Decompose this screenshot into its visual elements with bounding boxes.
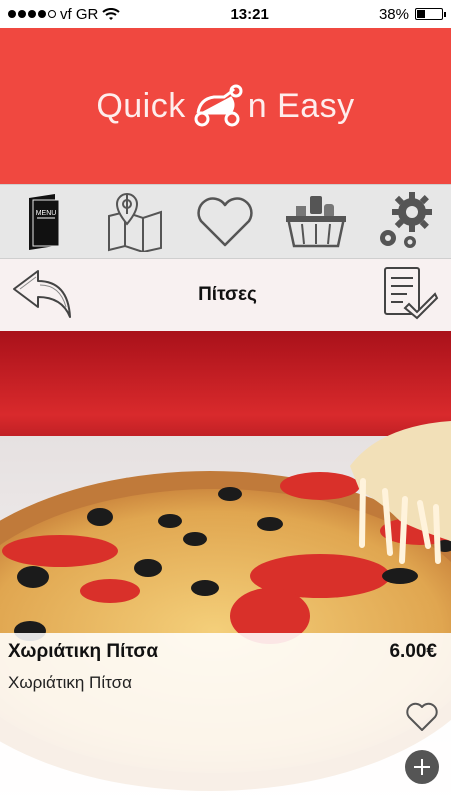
brand-text-left: Quick	[96, 86, 186, 125]
heart-icon	[197, 196, 254, 246]
category-titlebar: Πίτσες	[0, 259, 451, 331]
wifi-icon	[102, 7, 121, 20]
product-description: Χωριάτικη Πίτσα	[8, 673, 132, 692]
battery-label: 38%	[378, 5, 409, 23]
product-name: Χωριάτικη Πίτσα	[8, 641, 159, 662]
product-price: 6.00€	[389, 641, 437, 662]
app-header: Quick n Easy	[0, 28, 451, 184]
nav-menu-button[interactable]: MENU	[10, 187, 80, 257]
nav-favorites-button[interactable]	[190, 187, 260, 257]
product-card[interactable]: Χωριάτικη Πίτσα 6.00€ Χωριάτικη Πίτσα	[0, 331, 451, 800]
order-checklist-icon[interactable]	[379, 264, 441, 326]
nav-basket-button[interactable]	[281, 187, 351, 257]
scooter-icon	[194, 84, 243, 127]
page-title: Πίτσες	[198, 284, 257, 305]
brand-text-right: n Easy	[247, 86, 355, 125]
nav-settings-button[interactable]	[371, 187, 441, 257]
main-nav: MENU	[0, 184, 451, 259]
signal-icon	[8, 10, 56, 18]
map-icon	[108, 192, 163, 252]
favorite-heart-icon[interactable]	[405, 701, 439, 733]
nav-map-button[interactable]	[100, 187, 170, 257]
plus-icon	[414, 759, 430, 775]
menu-book-label: MENU	[36, 210, 57, 217]
brand-logo: Quick n Easy	[96, 83, 354, 129]
menu-book-icon: MENU	[29, 193, 60, 250]
clock: 13:21	[230, 5, 269, 23]
back-arrow-icon[interactable]	[10, 267, 76, 323]
carrier-label: vf GR	[60, 5, 99, 23]
gear-icon	[379, 191, 432, 248]
basket-icon	[285, 195, 346, 247]
add-to-cart-button[interactable]	[405, 750, 439, 784]
battery-icon	[415, 8, 446, 20]
status-bar: vf GR 13:21 38%	[0, 0, 451, 28]
